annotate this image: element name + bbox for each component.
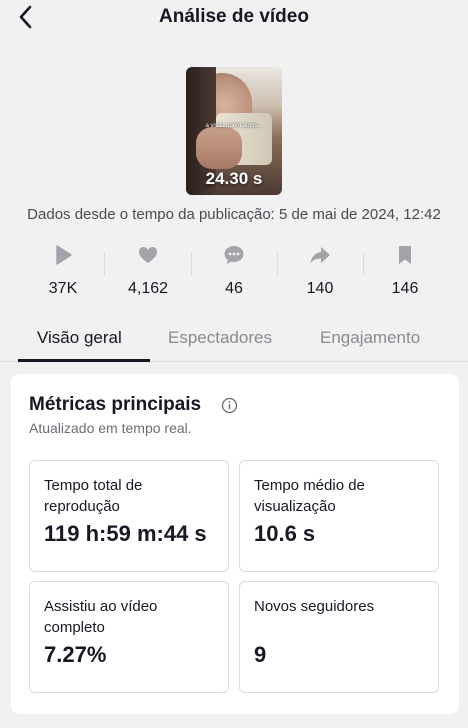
tab-viewers[interactable]: Espectadores xyxy=(168,328,272,348)
video-caption: a visão quem amos... xyxy=(205,123,263,129)
metric-average-watch-time[interactable]: Tempo médio de visualização 10.6 s xyxy=(239,460,439,572)
info-icon[interactable] xyxy=(221,397,238,414)
tab-overview[interactable]: Visão geral xyxy=(37,328,122,348)
bookmark-icon xyxy=(399,246,411,264)
metric-total-play-time[interactable]: Tempo total de reprodução 119 h:59 m:44 … xyxy=(29,460,229,572)
metric-watched-full-video[interactable]: Assistiu ao vídeo completo 7.27% xyxy=(29,581,229,693)
data-since-text: Dados desde o tempo da publicação: 5 de … xyxy=(27,206,441,223)
stat-value: 46 xyxy=(225,280,243,297)
metric-value: 9 xyxy=(254,642,267,667)
stat-value: 140 xyxy=(306,280,334,297)
stat-likes: 4,162 xyxy=(105,244,191,300)
metric-new-followers[interactable]: Novos seguidores 9 xyxy=(239,581,439,693)
stats-row: 37K 4,162 46 140 146 xyxy=(20,244,448,300)
stat-shares: 140 xyxy=(277,244,363,300)
key-metrics-card: Métricas principais Atualizado em tempo … xyxy=(11,374,459,714)
tab-engagement[interactable]: Engajamento xyxy=(320,328,420,348)
metric-value: 119 h:59 m:44 s xyxy=(44,521,207,546)
card-title: Métricas principais xyxy=(29,394,202,415)
card-subtitle: Atualizado em tempo real. xyxy=(29,420,192,436)
video-duration: 24.30 s xyxy=(205,169,263,188)
stat-value: 4,162 xyxy=(127,280,169,297)
stat-value: 146 xyxy=(391,280,419,297)
share-icon xyxy=(310,247,330,264)
metric-label: Novos seguidores xyxy=(254,598,375,615)
stat-saves: 146 xyxy=(362,244,448,300)
active-tab-indicator xyxy=(18,359,150,362)
header: Análise de vídeo xyxy=(0,0,468,34)
tab-bar: Visão geral Espectadores Engajamento xyxy=(0,316,468,362)
metric-label: Tempo médio de visualização xyxy=(254,477,365,515)
video-thumbnail[interactable]: a visão quem amos... 24.30 s xyxy=(186,67,282,195)
play-icon xyxy=(56,245,72,265)
metric-label: Assistiu ao vídeo completo xyxy=(44,598,158,636)
stat-views: 37K xyxy=(20,244,106,300)
metric-value: 7.27% xyxy=(44,642,107,667)
stat-value: 37K xyxy=(48,280,78,297)
stat-comments: 46 xyxy=(191,244,277,300)
thumbnail-hand xyxy=(196,127,242,169)
metric-label: Tempo total de reprodução xyxy=(44,477,143,515)
page-title: Análise de vídeo xyxy=(159,6,309,27)
heart-icon xyxy=(139,247,157,263)
metric-value: 10.6 s xyxy=(254,521,316,546)
comment-icon xyxy=(224,246,244,264)
